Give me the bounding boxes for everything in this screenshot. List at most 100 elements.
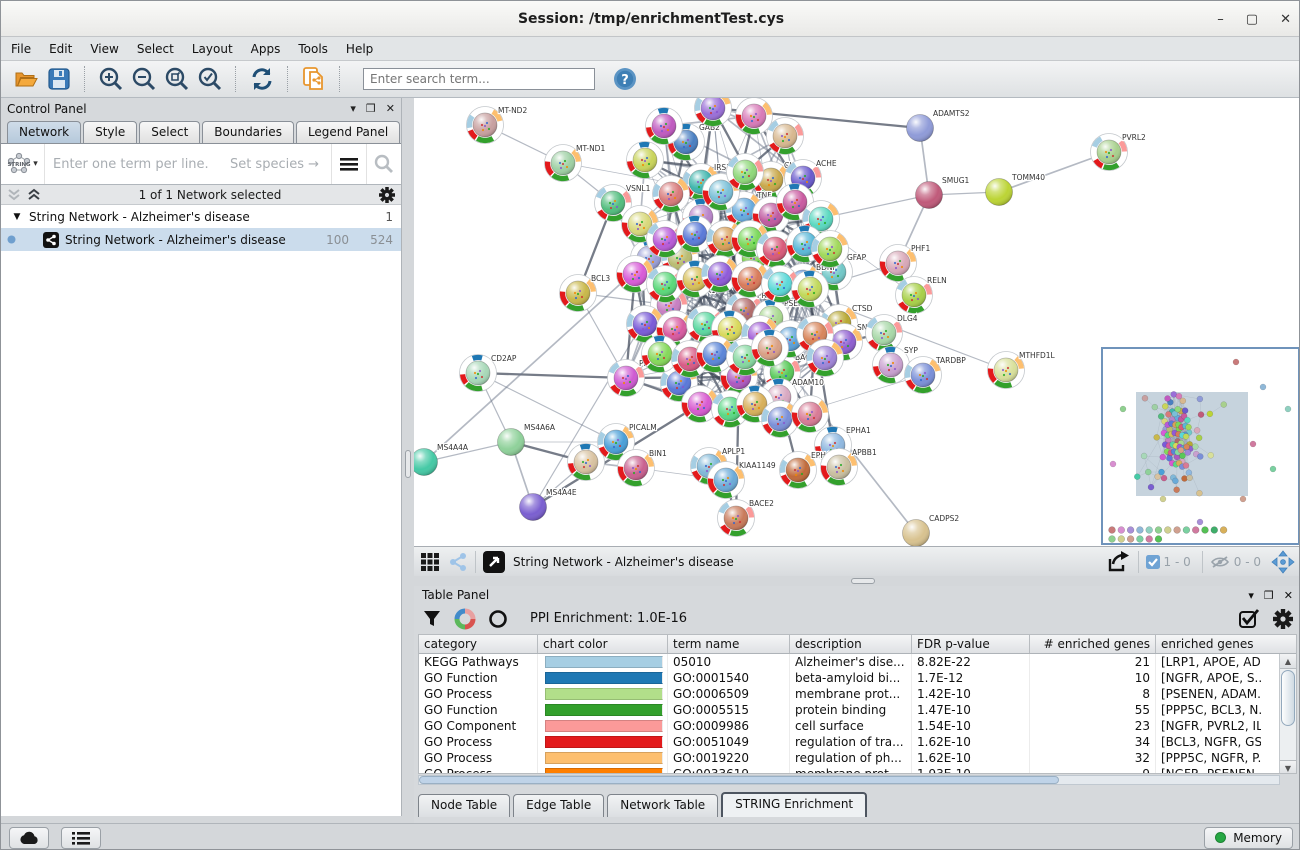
node-kiaa1149[interactable]: KIAA1149 — [708, 461, 776, 499]
hidden-eye-icon[interactable] — [1210, 555, 1230, 569]
node-apbb1[interactable]: APBB1 — [821, 448, 877, 486]
zoom-selected-button[interactable] — [196, 66, 223, 93]
table-header-row[interactable]: categorychart colorterm namedescriptionF… — [419, 635, 1296, 654]
refresh-button[interactable] — [248, 66, 275, 93]
node-phf1[interactable]: PHF1 — [880, 244, 931, 282]
network-node[interactable] — [646, 108, 683, 145]
table-row[interactable]: KEGG Pathways05010Alzheimer's dise...8.8… — [419, 654, 1296, 670]
table-row[interactable]: GO FunctionGO:0001540beta-amyloid bi...1… — [419, 670, 1296, 686]
table-horizontal-scrollbar[interactable] — [418, 775, 1280, 785]
scroll-up-arrow[interactable]: ▲ — [1280, 654, 1296, 669]
network-node[interactable] — [792, 396, 829, 433]
select-all-checkbox-icon[interactable] — [1239, 608, 1261, 630]
column-header-category[interactable]: category — [419, 635, 538, 653]
close-panel-icon[interactable]: ✕ — [1284, 589, 1293, 602]
term-input[interactable]: Enter one term per line. — [45, 157, 230, 172]
detach-view-icon[interactable] — [483, 551, 505, 573]
menu-tools[interactable]: Tools — [298, 42, 328, 56]
network-node[interactable] — [767, 118, 804, 155]
string-source-selector[interactable]: STRING ▾ — [1, 144, 45, 184]
task-list-button[interactable] — [61, 827, 101, 849]
splitter-handle[interactable] — [851, 578, 875, 584]
help-button[interactable]: ? — [611, 66, 638, 93]
network-node[interactable] — [807, 340, 844, 377]
menu-file[interactable]: File — [11, 42, 31, 56]
tab-edge-table[interactable]: Edge Table — [513, 794, 604, 817]
birds-eye-view[interactable] — [1101, 347, 1300, 545]
tab-string-enrichment[interactable]: STRING Enrichment — [721, 792, 867, 817]
string-search-button[interactable] — [366, 144, 401, 184]
node-cadps2[interactable]: CADPS2 — [903, 514, 960, 546]
save-session-button[interactable] — [45, 66, 72, 93]
tab-network[interactable]: Network — [7, 121, 81, 143]
table-row[interactable]: GO ProcessGO:0051049regulation of tra...… — [419, 734, 1296, 750]
panel-menu-icon[interactable]: ▾ — [1248, 589, 1254, 602]
table-vertical-scrollbar[interactable]: ▲ ▼ — [1279, 654, 1296, 774]
table-row[interactable]: GO FunctionGO:0005515protein binding1.47… — [419, 702, 1296, 718]
panel-menu-icon[interactable]: ▾ — [350, 102, 356, 115]
tab-select[interactable]: Select — [139, 121, 200, 143]
close-button[interactable]: ✕ — [1280, 12, 1291, 27]
scrollbar-thumb[interactable] — [1281, 670, 1295, 726]
search-options-button[interactable] — [331, 144, 366, 184]
menu-select[interactable]: Select — [137, 42, 174, 56]
network-row-selected[interactable]: String Network - Alzheimer's disease 100… — [1, 228, 401, 251]
share-view-icon[interactable] — [448, 552, 468, 572]
search-input[interactable] — [363, 68, 595, 90]
scroll-down-arrow[interactable]: ▼ — [1280, 760, 1296, 774]
column-header-enriched-genes[interactable]: enriched genes — [1156, 635, 1261, 653]
network-node[interactable] — [752, 330, 789, 367]
node-mt-nd2[interactable]: MT-ND2 — [467, 106, 528, 144]
table-row[interactable]: GO ProcessGO:0006509membrane prot...1.42… — [419, 686, 1296, 702]
column-header-description[interactable]: description — [790, 635, 912, 653]
menu-view[interactable]: View — [90, 42, 118, 56]
enrichment-chart-icon[interactable] — [454, 608, 476, 630]
node-bace2[interactable]: BACE2 — [718, 499, 775, 537]
network-node[interactable] — [736, 98, 773, 135]
node-tardbp[interactable]: TARDBP — [905, 356, 967, 394]
menu-edit[interactable]: Edit — [49, 42, 72, 56]
column-header--enriched-genes[interactable]: # enriched genes — [1030, 635, 1156, 653]
column-header-chart-color[interactable]: chart color — [538, 635, 668, 653]
zoom-out-button[interactable] — [130, 66, 157, 93]
column-header-term-name[interactable]: term name — [668, 635, 790, 653]
node-smug1[interactable]: SMUG1 — [916, 176, 970, 209]
network-node[interactable] — [812, 231, 849, 268]
node-mt-nd1[interactable]: MT-ND1 — [545, 144, 606, 182]
memory-button[interactable]: Memory — [1204, 827, 1293, 849]
collapse-all-icon[interactable] — [7, 188, 21, 202]
node-bin1[interactable]: BIN1 — [618, 449, 667, 487]
node-pvrl2[interactable]: PVRL2 — [1091, 133, 1147, 171]
table-row[interactable]: GO ProcessGO:0019220regulation of ph...1… — [419, 750, 1296, 766]
node-bcl3[interactable]: BCL3 — [560, 274, 611, 312]
zoom-fit-button[interactable] — [163, 66, 190, 93]
node-reln[interactable]: RELN — [896, 276, 947, 314]
float-panel-icon[interactable]: ❒ — [366, 102, 376, 115]
filter-icon[interactable] — [422, 609, 442, 629]
menu-apps[interactable]: Apps — [251, 42, 281, 56]
node-tomm40[interactable]: TOMM40 — [986, 173, 1046, 206]
menu-help[interactable]: Help — [346, 42, 373, 56]
open-session-button[interactable] — [12, 66, 39, 93]
export-network-icon[interactable] — [1107, 551, 1131, 573]
network-node[interactable] — [727, 154, 764, 191]
ring-chart-icon[interactable] — [488, 609, 508, 629]
network-canvas[interactable]: MT-ND2MT-ND1VSNL1GAB2IRS1CHATACHEIL1BTNF… — [414, 98, 1300, 546]
gear-icon[interactable] — [1273, 609, 1293, 629]
close-panel-icon[interactable]: ✕ — [386, 102, 395, 115]
menu-layout[interactable]: Layout — [192, 42, 233, 56]
tab-boundaries[interactable]: Boundaries — [202, 121, 294, 143]
set-species-label[interactable]: Set species → — [230, 157, 331, 172]
zoom-in-button[interactable] — [97, 66, 124, 93]
gear-icon[interactable] — [379, 187, 395, 203]
tab-style[interactable]: Style — [83, 121, 137, 143]
node-ms4a4a[interactable]: MS4A4A — [414, 443, 469, 476]
network-collection-row[interactable]: ▼ String Network - Alzheimer's disease 1 — [1, 205, 401, 228]
maximize-button[interactable]: ▢ — [1246, 12, 1258, 27]
tab-node-table[interactable]: Node Table — [418, 794, 510, 817]
title-bar[interactable]: Session: /tmp/enrichmentTest.cys – ▢ ✕ — [1, 1, 1300, 37]
network-node[interactable] — [792, 271, 829, 308]
network-node[interactable] — [653, 176, 690, 213]
network-node[interactable] — [627, 142, 664, 179]
horizontal-splitter[interactable] — [414, 576, 1300, 586]
